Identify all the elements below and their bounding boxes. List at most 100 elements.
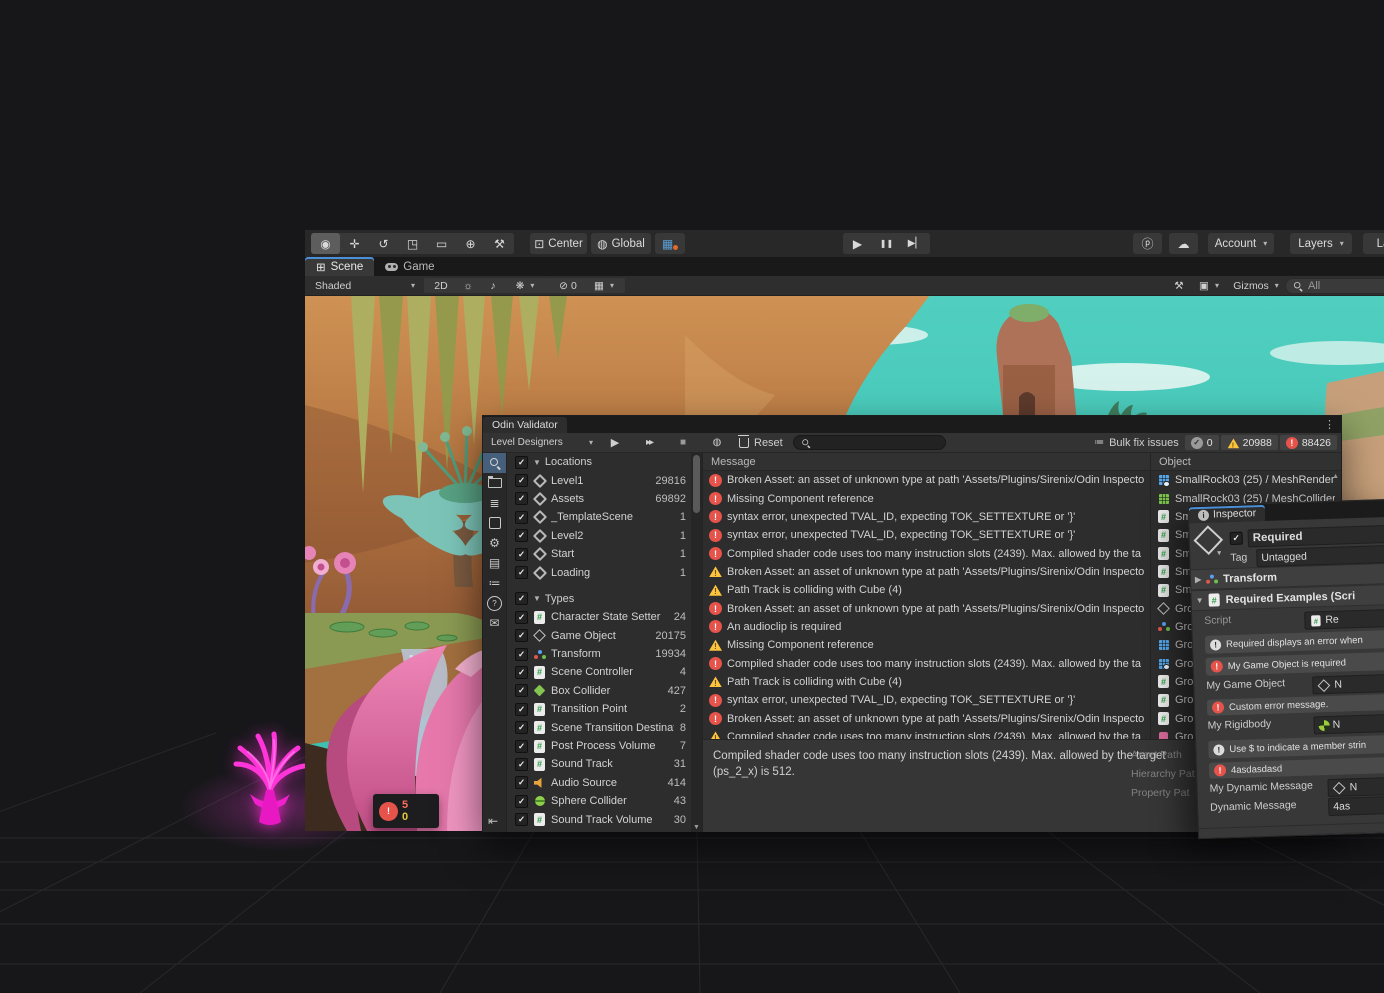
message-row[interactable]: syntax error, unexpected TVAL_ID, expect… xyxy=(703,691,1150,709)
type-row[interactable]: ✓ Post Process Volume 7 xyxy=(507,737,702,755)
step-button[interactable]: ▶▏ xyxy=(901,233,930,254)
profile-dropdown[interactable]: Level Designers ▾ xyxy=(487,434,597,451)
gizmos-dropdown[interactable]: Gizmos ▾ xyxy=(1222,278,1290,293)
filter-scrollbar[interactable]: ▼ xyxy=(691,453,702,832)
message-row[interactable]: Broken Asset: an asset of unknown type a… xyxy=(703,563,1150,581)
script-object-field[interactable]: Re xyxy=(1304,609,1384,630)
chevron-down-icon[interactable]: ▾ xyxy=(1217,548,1221,557)
checkbox[interactable]: ✓ xyxy=(515,548,528,561)
custom-tools-button[interactable]: ⚒ xyxy=(485,233,514,254)
cloud-services-button[interactable]: ☁ xyxy=(1169,233,1198,254)
tab-odin-validator[interactable]: Odin Validator xyxy=(483,417,567,433)
location-row[interactable]: ✓ Assets 69892 xyxy=(507,490,702,508)
location-row[interactable]: ✓ _TemplateScene 1 xyxy=(507,508,702,526)
collapse-panel-button[interactable]: ⇤ xyxy=(488,814,498,828)
checkbox[interactable]: ✓ xyxy=(515,474,528,487)
grid-snap-button[interactable]: ▦ xyxy=(655,233,685,254)
account-dropdown[interactable]: Account ▾ xyxy=(1208,233,1274,254)
filter-assets-tab[interactable] xyxy=(483,473,506,493)
message-row[interactable]: Compiled shader code uses too many instr… xyxy=(703,728,1150,739)
scene-effects-dropdown[interactable]: ❋ ▾ xyxy=(502,278,548,293)
contact-tab[interactable]: ✉ xyxy=(483,613,506,633)
checkbox[interactable]: ✓ xyxy=(515,611,528,624)
type-row[interactable]: ✓ Sound Track Volume 30 xyxy=(507,810,702,828)
scale-tool-button[interactable]: ◳ xyxy=(398,233,427,254)
types-section-header[interactable]: ✓ ▼ Types xyxy=(507,590,702,608)
type-row[interactable]: ✓ Scene Controller 4 xyxy=(507,663,702,681)
bulk-fix-button[interactable]: ≔ Bulk fix issues xyxy=(1090,434,1183,451)
checkbox[interactable]: ✓ xyxy=(515,529,528,542)
type-row[interactable]: ✓ Character State Setter 24 xyxy=(507,608,702,626)
gameobject-name-field[interactable]: Required xyxy=(1247,525,1384,548)
resolved-count-badge[interactable]: ✓ 0 xyxy=(1185,435,1219,450)
checkbox[interactable]: ✓ xyxy=(515,758,528,771)
type-row[interactable]: ✓ Transform 19934 xyxy=(507,645,702,663)
stop-button[interactable]: ■ xyxy=(667,434,699,451)
type-row[interactable]: ✓ Scene Transition Destinatio 8 xyxy=(507,718,702,736)
checkbox[interactable]: ✓ xyxy=(515,795,528,808)
scene-validation-badge[interactable]: 5 0 xyxy=(373,794,439,828)
checkbox[interactable]: ✓ xyxy=(515,566,528,579)
my-rigidbody-field[interactable]: N xyxy=(1313,713,1384,734)
message-column-header[interactable]: Message xyxy=(703,453,1150,471)
message-row[interactable]: Broken Asset: an asset of unknown type a… xyxy=(703,599,1150,617)
message-row[interactable]: Compiled shader code uses too many instr… xyxy=(703,654,1150,672)
filter-list-tab[interactable]: ≣ xyxy=(483,493,506,513)
shading-mode-dropdown[interactable]: Shaded ▾ xyxy=(310,278,420,293)
message-row[interactable]: Path Track is colliding with Cube (4) xyxy=(703,673,1150,691)
message-row[interactable]: Missing Component reference xyxy=(703,636,1150,654)
message-row[interactable]: Path Track is colliding with Cube (4) xyxy=(703,581,1150,599)
message-row[interactable]: An audioclip is required xyxy=(703,618,1150,636)
validator-search-input[interactable] xyxy=(793,435,947,450)
pivot-center-button[interactable]: ⊡ Center xyxy=(530,233,587,254)
type-row[interactable]: ✓ Transition Point 2 xyxy=(507,700,702,718)
scroll-up-icon[interactable]: ▲ xyxy=(1332,473,1339,480)
type-row[interactable]: ✓ Sphere Collider 43 xyxy=(507,792,702,810)
object-row[interactable]: SmallRock03 (25) / MeshRendere xyxy=(1151,471,1341,489)
type-row[interactable]: ✓ Audio Source 414 xyxy=(507,774,702,792)
filter-search-tab[interactable] xyxy=(483,453,506,473)
checkbox[interactable]: ✓ xyxy=(515,648,528,661)
scroll-down-icon[interactable]: ▼ xyxy=(693,824,700,831)
checkbox[interactable]: ✓ xyxy=(515,813,528,826)
checkbox[interactable]: ✓ xyxy=(515,666,528,679)
message-row[interactable]: Missing Component reference xyxy=(703,489,1150,507)
message-row[interactable]: syntax error, unexpected TVAL_ID, expect… xyxy=(703,526,1150,544)
message-row[interactable]: syntax error, unexpected TVAL_ID, expect… xyxy=(703,508,1150,526)
checkbox[interactable]: ✓ xyxy=(515,592,528,605)
checkbox[interactable]: ✓ xyxy=(515,684,528,697)
rect-tool-button[interactable]: ▭ xyxy=(427,233,456,254)
window-menu-button[interactable]: ⋮ xyxy=(1324,418,1335,431)
message-row[interactable]: Compiled shader code uses too many instr… xyxy=(703,544,1150,562)
layout-dropdown[interactable]: La xyxy=(1363,233,1384,254)
help-tab[interactable]: ? xyxy=(483,593,506,613)
sessions-tab[interactable]: ▤ xyxy=(483,553,506,573)
locations-section-header[interactable]: ✓ ▼ Locations xyxy=(507,453,702,471)
my-dynamic-message-field[interactable]: N xyxy=(1327,776,1384,797)
tab-scene[interactable]: ⊞ Scene xyxy=(305,257,374,276)
view-tool-button[interactable]: ◉ xyxy=(311,233,340,254)
checkbox[interactable]: ✓ xyxy=(515,776,528,789)
bulk-tab[interactable]: ≔ xyxy=(483,573,506,593)
location-row[interactable]: ✓ Level2 1 xyxy=(507,527,702,545)
checkbox[interactable]: ✓ xyxy=(515,629,528,642)
scrollbar-thumb[interactable] xyxy=(693,455,700,513)
location-row[interactable]: ✓ Level1 29816 xyxy=(507,471,702,489)
type-row[interactable]: ✓ Box Collider 427 xyxy=(507,682,702,700)
rotate-tool-button[interactable]: ↺ xyxy=(369,233,398,254)
layers-dropdown[interactable]: Layers ▾ xyxy=(1290,233,1352,254)
run-all-button[interactable]: ▸▸ xyxy=(633,434,665,451)
warning-count-badge[interactable]: 20988 xyxy=(1221,435,1278,450)
pause-button[interactable]: ❚❚ xyxy=(872,233,901,254)
dynamic-message-input[interactable]: 4as xyxy=(1328,795,1384,816)
scan-scenes-button[interactable]: ◍ xyxy=(701,434,733,451)
checkbox[interactable]: ✓ xyxy=(515,456,528,469)
checkbox[interactable]: ✓ xyxy=(515,703,528,716)
pivot-global-button[interactable]: ◍ Global xyxy=(591,233,651,254)
transform-tool-button[interactable]: ⊕ xyxy=(456,233,485,254)
active-checkbox[interactable]: ✓ xyxy=(1230,532,1243,545)
tab-game[interactable]: Game xyxy=(374,257,445,276)
checkbox[interactable]: ✓ xyxy=(515,492,528,505)
move-tool-button[interactable]: ✛ xyxy=(340,233,369,254)
play-button[interactable]: ▶ xyxy=(843,233,872,254)
